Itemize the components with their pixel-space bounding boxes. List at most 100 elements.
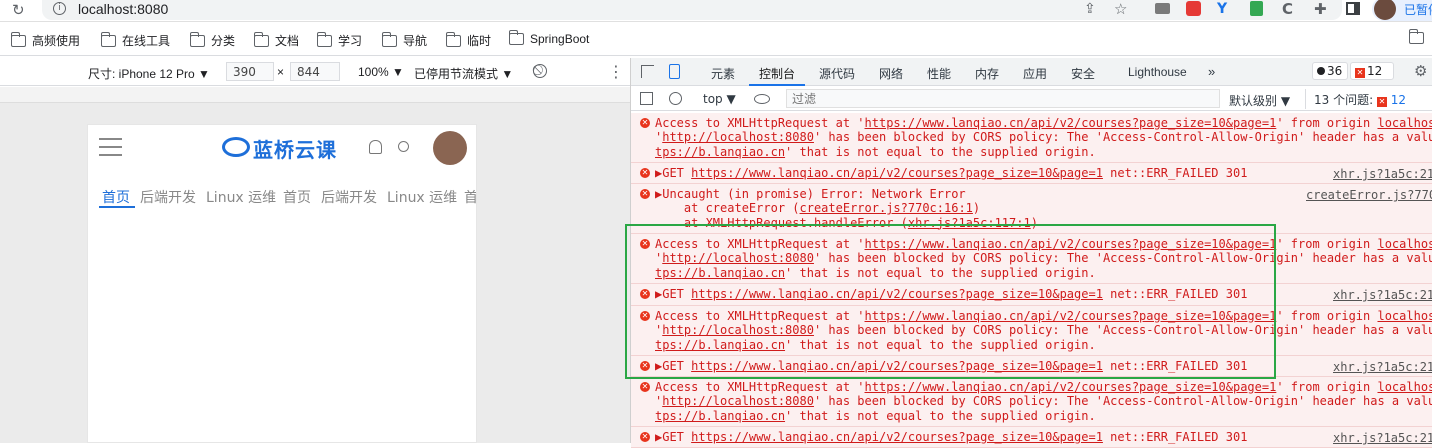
bookmark-folder[interactable]: SpringBoot — [508, 30, 589, 46]
folder-icon — [316, 31, 332, 47]
message-text: ' from origin — [1276, 116, 1378, 130]
device-select[interactable]: 尺寸: iPhone 12 Pro ▼ — [88, 65, 210, 82]
origin-url-link[interactable]: http://localhost:8080 — [662, 394, 814, 408]
zoom-select[interactable]: 100% ▼ — [358, 65, 404, 79]
console-message[interactable]: ✕ Access to XMLHttpRequest at 'https://ww… — [631, 113, 1432, 163]
bookmark-label: 分类 — [211, 34, 236, 48]
bookmark-star-icon[interactable]: ☆ — [1114, 0, 1127, 18]
tab-elements[interactable]: 元素 — [711, 65, 735, 82]
extension-green-icon[interactable] — [1250, 1, 1263, 16]
bell-icon[interactable] — [369, 140, 382, 154]
error-icon: ✕ — [640, 168, 650, 178]
request-url-link[interactable]: https://www.lanqiao.cn/api/v2/courses?pa… — [691, 430, 1103, 444]
profile-label[interactable]: 已暂停 — [1404, 1, 1432, 18]
tab-application[interactable]: 应用 — [1023, 65, 1047, 82]
nav-tab[interactable]: Linux 运维 — [387, 187, 457, 207]
eye-icon[interactable] — [754, 94, 770, 104]
request-url-link[interactable]: https://www.lanqiao.cn/api/v2/courses?pa… — [865, 116, 1277, 130]
extension-red-icon[interactable] — [1186, 1, 1201, 16]
console-message[interactable]: ✕ Access to XMLHttpRequest at 'https://ww… — [631, 377, 1432, 427]
nav-tab[interactable]: Linux 运维 — [206, 187, 276, 207]
nav-tab[interactable]: 后端开发 — [140, 187, 196, 207]
extension-blue-icon[interactable]: Y — [1217, 1, 1227, 17]
height-input[interactable]: 844 — [290, 62, 340, 81]
address-bar[interactable] — [42, 0, 1342, 20]
bookmark-folder[interactable]: 分类 — [189, 31, 236, 49]
warning-counter[interactable]: 36 — [1312, 62, 1348, 80]
user-avatar[interactable] — [433, 131, 467, 165]
info-icon[interactable]: i — [53, 2, 66, 15]
source-link: createError.js?770 — [1306, 188, 1432, 202]
tab-lighthouse[interactable]: Lighthouse — [1128, 65, 1187, 79]
clear-console-icon[interactable] — [669, 92, 682, 105]
origin-link[interactable]: localhos — [1377, 116, 1432, 130]
width-input[interactable]: 390 — [226, 62, 274, 81]
nav-tab[interactable]: 首 — [464, 187, 476, 207]
allowed-origin-link[interactable]: tps://b.lanqiao.cn — [655, 145, 785, 159]
bookmark-folder[interactable]: 文档 — [253, 31, 300, 49]
message-text: ' from origin — [1276, 237, 1378, 251]
bookmark-folder[interactable]: 高频使用 — [10, 31, 80, 49]
message-text: Access to XMLHttpRequest at ' — [655, 116, 865, 130]
brand-name[interactable]: 蓝桥云课 — [253, 134, 337, 163]
tab-performance[interactable]: 性能 — [927, 65, 951, 82]
error-counter[interactable]: ✕ 12 — [1350, 62, 1394, 80]
warning-count: 36 — [1327, 64, 1343, 78]
camera-icon[interactable] — [1155, 3, 1170, 14]
context-select[interactable]: top ▼ — [703, 92, 736, 106]
issues-button[interactable]: 13 个问题: ✕ 12 — [1305, 89, 1432, 109]
extension-c-icon[interactable]: C — [1282, 0, 1293, 18]
tab-memory[interactable]: 内存 — [975, 65, 999, 82]
bookmark-label: 临时 — [467, 34, 492, 48]
message-text: ' from origin — [1276, 309, 1378, 323]
bookmark-folder[interactable]: 在线工具 — [100, 31, 170, 49]
bookmark-folder[interactable]: 导航 — [381, 31, 428, 49]
source-link: xhr.js?1a5c:21 — [1333, 288, 1432, 302]
console-message[interactable]: ✕ xhr.js?1a5c:21 ▶GET https://www.lanqiao.… — [631, 163, 1432, 184]
bookmark-label: 导航 — [403, 34, 428, 48]
request-url-link[interactable]: https://www.lanqiao.cn/api/v2/courses?pa… — [865, 380, 1277, 394]
other-bookmarks-folder[interactable] — [1408, 29, 1424, 44]
tab-network[interactable]: 网络 — [879, 65, 903, 82]
log-level-select[interactable]: 默认级别 ▼ — [1229, 92, 1290, 109]
bookmark-folder[interactable]: 学习 — [316, 31, 362, 49]
puzzle-icon[interactable]: ✚ — [1314, 0, 1327, 18]
message-text: ▶GET — [655, 166, 692, 180]
tab-sources[interactable]: 源代码 — [819, 65, 855, 82]
mobile-page — [87, 124, 477, 443]
rotate-icon[interactable]: ⃠ — [533, 64, 547, 78]
more-tabs-icon[interactable]: » — [1208, 64, 1215, 79]
share-icon[interactable]: ⇪ — [1084, 1, 1096, 17]
search-icon[interactable] — [398, 141, 409, 152]
allowed-origin-link[interactable]: tps://b.lanqiao.cn — [655, 409, 785, 423]
nav-tab[interactable]: 首页 — [102, 187, 130, 207]
bookmark-label: 文档 — [275, 34, 300, 48]
folder-icon — [381, 31, 397, 47]
error-icon: ✕ — [640, 382, 650, 392]
origin-link[interactable]: localhos — [1377, 380, 1432, 394]
origin-link[interactable]: localhos — [1377, 237, 1432, 251]
source-link: xhr.js?1a5c:21 — [1333, 167, 1432, 181]
origin-link[interactable]: localhos — [1377, 309, 1432, 323]
bookmark-folder[interactable]: 临时 — [445, 31, 492, 49]
stack-link[interactable]: createError.js?770c:16:1 — [800, 201, 973, 215]
origin-url-link[interactable]: http://localhost:8080 — [662, 130, 814, 144]
folder-icon — [100, 31, 116, 47]
tab-security[interactable]: 安全 — [1071, 65, 1095, 82]
console-message[interactable]: ✕ xhr.js?1a5c:21 ▶GET https://www.lanqiao.… — [631, 427, 1432, 448]
nav-tab[interactable]: 首页 — [283, 187, 311, 207]
request-url-link[interactable]: https://www.lanqiao.cn/api/v2/courses?pa… — [691, 166, 1103, 180]
url-text[interactable]: localhost:8080 — [78, 1, 168, 17]
sidepanel-icon[interactable] — [1346, 2, 1360, 15]
device-toggle-icon[interactable] — [669, 64, 680, 79]
settings-gear-icon[interactable]: ⚙ — [1414, 62, 1427, 80]
source-link: xhr.js?1a5c:21 — [1333, 431, 1432, 445]
throttle-select[interactable]: 已停用节流模式 ▼ — [414, 65, 513, 82]
nav-tab[interactable]: 后端开发 — [321, 187, 377, 207]
more-options-icon[interactable]: ⋮ — [608, 62, 624, 81]
inspect-element-icon[interactable] — [641, 65, 654, 78]
reload-icon[interactable]: ↻ — [12, 1, 25, 19]
sidebar-toggle-icon[interactable] — [640, 92, 653, 105]
tab-console[interactable]: 控制台 — [759, 65, 795, 82]
console-filter-input[interactable] — [786, 89, 1220, 108]
